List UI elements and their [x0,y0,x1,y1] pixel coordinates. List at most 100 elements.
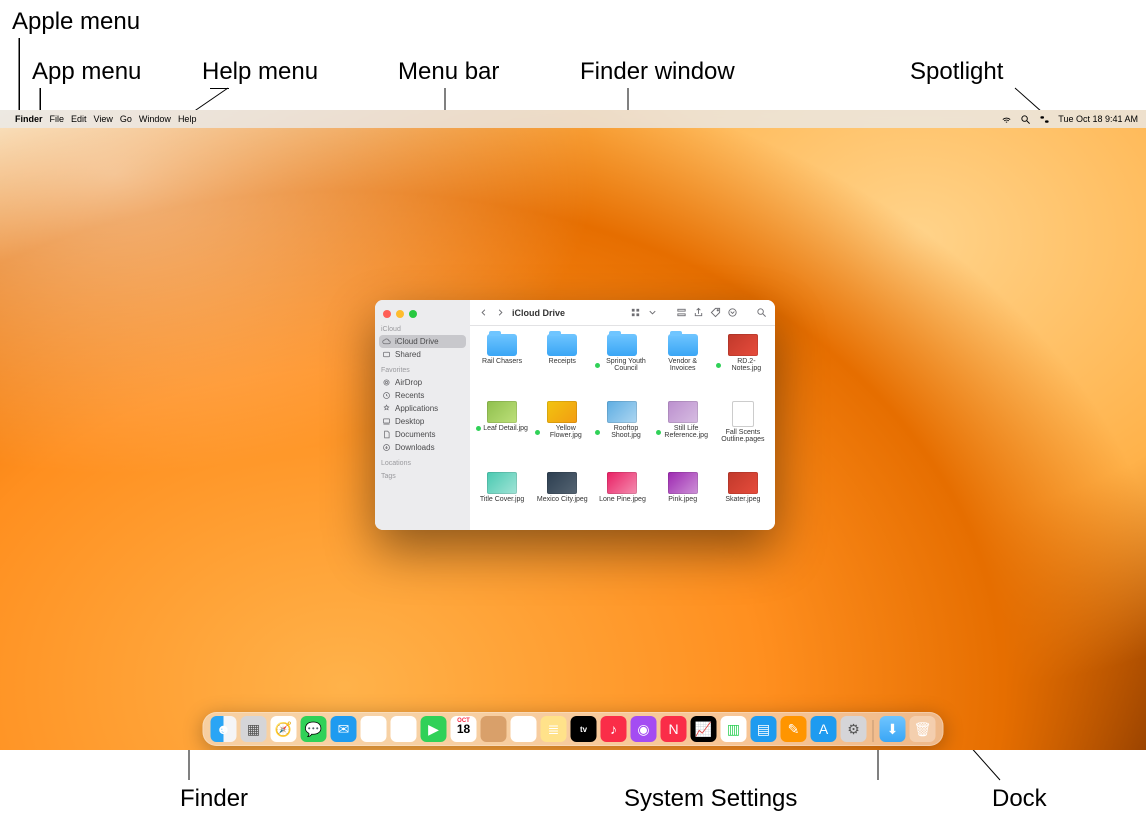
image-icon [607,472,637,494]
app-menu[interactable]: Finder [15,114,43,124]
file-item[interactable]: Vendor & Invoices [655,334,711,395]
finder-window[interactable]: iCloudiCloud DriveSharedFavoritesAirDrop… [375,300,775,530]
dock-app-downloads[interactable]: ⬇︎ [880,716,906,742]
file-item[interactable]: Rooftop Shoot.jpg [594,401,650,466]
back-button[interactable] [478,307,489,318]
view-options-button[interactable] [647,307,658,318]
menu-view[interactable]: View [94,114,113,124]
callout-finder: Finder [180,785,248,813]
dock-app-finder[interactable]: ☻ [211,716,237,742]
dock-app-messages[interactable]: 💬 [301,716,327,742]
action-button[interactable] [727,307,738,318]
dock-app-photos[interactable]: ✿ [391,716,417,742]
file-item[interactable]: Skater.jpeg [715,472,771,526]
file-label: Receipts [549,358,576,365]
image-icon [487,401,517,423]
callout-menu-bar: Menu bar [398,58,499,86]
dock-app-reminders[interactable]: ☰ [511,716,537,742]
dock-app-stocks[interactable]: 📈 [691,716,717,742]
sidebar-item-airdrop[interactable]: AirDrop [379,376,466,389]
menu-edit[interactable]: Edit [71,114,87,124]
files-grid: Rail Chasers Receipts Spring Youth Council… [470,326,775,530]
callout-apple-menu: Apple menu [12,8,140,36]
tag-dot-icon [595,430,600,435]
sidebar-heading: Favorites [381,367,464,374]
control-center-icon[interactable] [1039,114,1050,125]
file-item[interactable]: Title Cover.jpg [474,472,530,526]
dock-app-keynote[interactable]: ▤ [751,716,777,742]
wifi-icon[interactable] [1001,114,1012,125]
file-item[interactable]: Still Life Reference.jpg [655,401,711,466]
spotlight-icon[interactable] [1020,114,1031,125]
file-item[interactable]: Leaf Detail.jpg [474,401,530,466]
dock-app-notes[interactable]: ≣ [541,716,567,742]
sidebar-item-shared[interactable]: Shared [379,348,466,361]
sidebar-item-downloads[interactable]: Downloads [379,441,466,454]
file-item[interactable]: Receipts [534,334,590,395]
dock-app-pages[interactable]: ✎ [781,716,807,742]
dock-app-system-settings[interactable]: ⚙︎ [841,716,867,742]
folder-icon [607,334,637,356]
sidebar-item-recents[interactable]: Recents [379,389,466,402]
image-icon [607,401,637,423]
file-item[interactable]: Yellow Flower.jpg [534,401,590,466]
dock-app-tv[interactable]: tv [571,716,597,742]
dock-app-safari[interactable]: 🧭 [271,716,297,742]
dock-app-podcasts[interactable]: ◉ [631,716,657,742]
file-label: Lone Pine.jpeg [599,496,646,503]
dock-app-facetime[interactable]: ▶ [421,716,447,742]
file-label: Title Cover.jpg [480,496,524,503]
tags-button[interactable] [710,307,721,318]
finder-title: iCloud Drive [512,308,565,318]
file-item[interactable]: Rail Chasers [474,334,530,395]
menu-window[interactable]: Window [139,114,171,124]
file-label: Leaf Detail.jpg [476,425,528,432]
dock-app-numbers[interactable]: ▥ [721,716,747,742]
share-button[interactable] [693,307,704,318]
file-label: Yellow Flower.jpg [535,425,589,440]
dock-app-news[interactable]: N [661,716,687,742]
dock-app-maps[interactable]: 🗺 [361,716,387,742]
sidebar-item-documents[interactable]: Documents [379,428,466,441]
dock-app-app-store[interactable]: A [811,716,837,742]
file-label: Pink.jpeg [668,496,697,503]
menu-file[interactable]: File [50,114,65,124]
file-item[interactable]: Lone Pine.jpeg [594,472,650,526]
callout-dock: Dock [992,785,1047,813]
sidebar-heading: iCloud [381,326,464,333]
callout-finder-window: Finder window [580,58,735,86]
dock-app-calendar[interactable]: OCT18 [451,716,477,742]
dock-app-trash[interactable]: 🗑 [910,716,936,742]
folder-icon [668,334,698,356]
image-icon [547,472,577,494]
folder-icon [547,334,577,356]
file-item[interactable]: RD.2-Notes.jpg [715,334,771,395]
menu-bar: Finder File Edit View Go Window Help Tue… [0,110,1146,128]
callout-spotlight: Spotlight [910,58,1003,86]
tag-dot-icon [535,430,540,435]
menu-go[interactable]: Go [120,114,132,124]
sidebar-item-icloud-drive[interactable]: iCloud Drive [379,335,466,348]
search-button[interactable] [756,307,767,318]
file-item[interactable]: Mexico City.jpeg [534,472,590,526]
dock-app-music[interactable]: ♪ [601,716,627,742]
minimize-button[interactable] [396,310,404,318]
menubar-clock[interactable]: Tue Oct 18 9:41 AM [1058,114,1138,124]
forward-button[interactable] [495,307,506,318]
sidebar-item-desktop[interactable]: Desktop [379,415,466,428]
dock-app-mail[interactable]: ✉︎ [331,716,357,742]
sidebar-item-applications[interactable]: Applications [379,402,466,415]
dock-app-contacts[interactable] [481,716,507,742]
tag-dot-icon [716,363,721,368]
fullscreen-button[interactable] [409,310,417,318]
file-item[interactable]: Spring Youth Council [594,334,650,395]
file-item[interactable]: Fall Scents Outline.pages [715,401,771,466]
close-button[interactable] [383,310,391,318]
menu-help[interactable]: Help [178,114,197,124]
group-button[interactable] [676,307,687,318]
folder-icon [487,334,517,356]
file-item[interactable]: Pink.jpeg [655,472,711,526]
file-label: Vendor & Invoices [656,358,710,373]
view-icons-button[interactable] [630,307,641,318]
dock-app-launchpad[interactable]: ▦ [241,716,267,742]
